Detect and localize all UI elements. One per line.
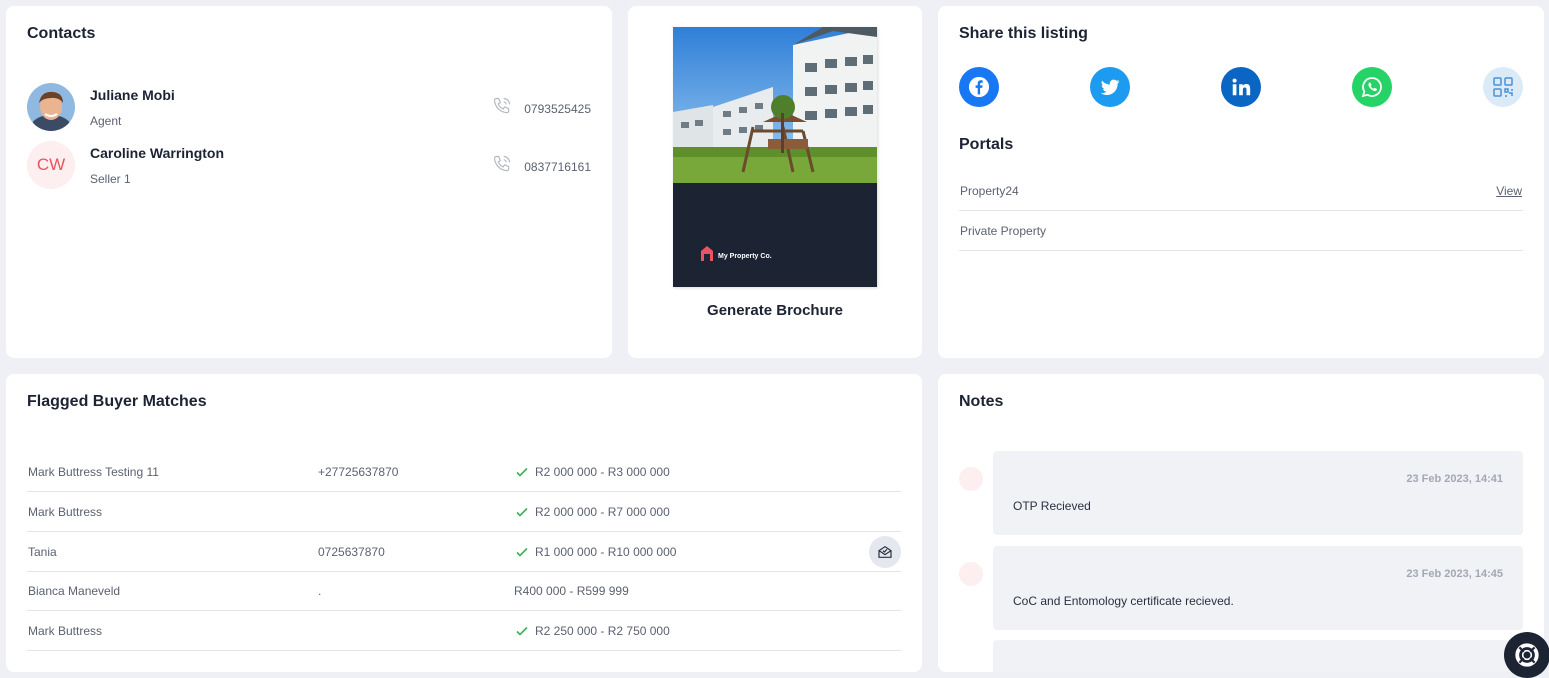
notes-title: Notes <box>959 393 1004 410</box>
contacts-card: Contacts Juliane Mobi Agent 0793525425 C… <box>6 6 612 358</box>
contact-row[interactable]: CW Caroline Warrington Seller 1 08377161… <box>27 141 591 191</box>
portal-row: Property24 View <box>959 172 1523 211</box>
portal-row: Private Property <box>959 212 1523 251</box>
contact-name: Juliane Mobi <box>90 87 175 103</box>
send-email-button[interactable] <box>869 536 901 568</box>
facebook-icon[interactable] <box>959 67 999 107</box>
table-row[interactable]: Bianca Maneveld . R400 000 - R599 999 <box>27 571 901 611</box>
note-avatar <box>959 467 983 491</box>
qr-code-icon[interactable] <box>1483 67 1523 107</box>
note-text: OTP Recieved <box>1013 499 1091 513</box>
buyer-phone: . <box>318 584 322 598</box>
table-row[interactable]: Tania 0725637870 R1 000 000 - R10 000 00… <box>27 532 901 572</box>
buyer-name: Tania <box>28 545 57 559</box>
linkedin-icon[interactable] <box>1221 67 1261 107</box>
buyer-phone: 0725637870 <box>318 545 385 559</box>
note-item[interactable]: 23 Feb 2023, 14:41 OTP Recieved <box>993 451 1523 535</box>
buyer-name: Bianca Maneveld <box>28 584 121 598</box>
buyer-phone: +27725637870 <box>318 465 399 479</box>
check-icon <box>515 505 529 519</box>
buyer-price-range: R2 000 000 - R3 000 000 <box>535 465 670 479</box>
note-avatar <box>959 562 983 586</box>
check-icon <box>515 545 529 559</box>
buyer-price-range: R2 250 000 - R2 750 000 <box>535 624 670 638</box>
buyer-price-range: R400 000 - R599 999 <box>514 584 629 598</box>
note-text: CoC and Entomology certificate recieved. <box>1013 594 1234 608</box>
share-card: Share this listing Portals Property24 Vi… <box>938 6 1544 358</box>
contacts-title: Contacts <box>27 25 96 42</box>
notes-card: Notes 23 Feb 2023, 14:41 OTP Recieved 23… <box>938 374 1544 672</box>
buyer-price-range: R2 000 000 - R7 000 000 <box>535 505 670 519</box>
brochure-card: My Property Co. Generate Brochure <box>628 6 922 358</box>
brochure-preview[interactable]: My Property Co. <box>673 27 877 287</box>
note-timestamp: 23 Feb 2023, 14:45 <box>1406 568 1503 580</box>
phone-icon[interactable] <box>492 154 512 179</box>
table-row[interactable]: Mark Buttress Testing 11 +27725637870 R2… <box>27 452 901 492</box>
share-title: Share this listing <box>959 25 1088 42</box>
buyers-title: Flagged Buyer Matches <box>27 393 207 410</box>
contact-name: Caroline Warrington <box>90 145 225 161</box>
note-item[interactable]: 23 Feb 2023, 14:45 CoC and Entomology ce… <box>993 546 1523 630</box>
contact-row[interactable]: Juliane Mobi Agent 0793525425 <box>27 83 591 133</box>
buyer-name: Mark Buttress Testing 11 <box>28 465 159 479</box>
contact-phone[interactable]: 0793525425 <box>524 102 591 116</box>
avatar <box>27 83 75 131</box>
lifebuoy-icon <box>1515 643 1539 667</box>
contact-phone[interactable]: 0837716161 <box>524 160 591 174</box>
table-row[interactable]: Mark Buttress R2 000 000 - R7 000 000 <box>27 492 901 532</box>
buyer-name: Mark Buttress <box>28 624 103 638</box>
note-item[interactable] <box>993 640 1523 672</box>
note-timestamp: 23 Feb 2023, 14:41 <box>1406 473 1503 485</box>
portal-name: Private Property <box>960 224 1047 238</box>
buyer-name: Mark Buttress <box>28 505 103 519</box>
mail-icon <box>878 545 892 558</box>
twitter-icon[interactable] <box>1090 67 1130 107</box>
help-button[interactable] <box>1504 632 1549 678</box>
portals-title: Portals <box>959 136 1014 153</box>
brochure-brand: My Property Co. <box>718 253 772 260</box>
phone-icon[interactable] <box>492 96 512 121</box>
contact-role: Seller 1 <box>90 172 131 186</box>
portal-name: Property24 <box>960 184 1019 198</box>
buyer-price-range: R1 000 000 - R10 000 000 <box>535 545 677 559</box>
check-icon <box>515 465 529 479</box>
whatsapp-icon[interactable] <box>1352 67 1392 107</box>
generate-brochure-button[interactable]: Generate Brochure <box>628 302 922 319</box>
avatar: CW <box>27 141 75 189</box>
portal-view-link[interactable]: View <box>1496 184 1522 198</box>
contact-role: Agent <box>90 114 122 128</box>
flagged-buyer-matches-card: Flagged Buyer Matches Mark Buttress Test… <box>6 374 922 672</box>
check-icon <box>515 624 529 638</box>
table-row[interactable]: Mark Buttress R2 250 000 - R2 750 000 <box>27 611 901 651</box>
